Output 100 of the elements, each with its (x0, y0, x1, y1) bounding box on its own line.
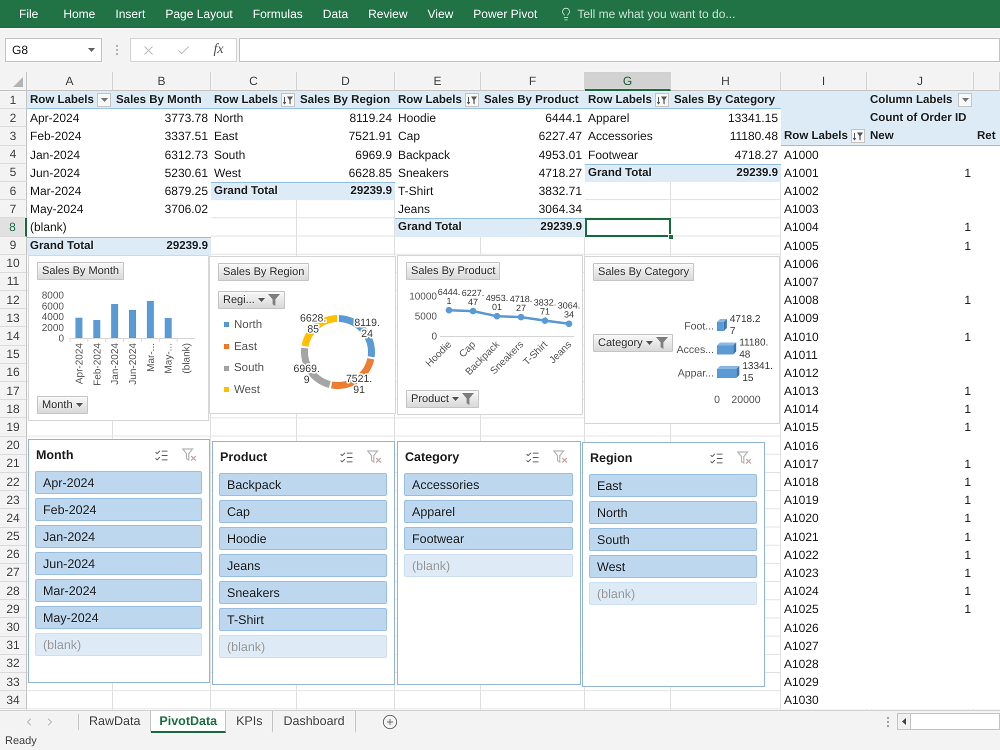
column-header[interactable]: G (585, 72, 671, 91)
row-header[interactable]: 9 (0, 236, 27, 255)
ribbon-tab[interactable]: Formulas (242, 0, 313, 28)
row-header[interactable]: 14 (0, 327, 27, 346)
row-header[interactable]: 23 (0, 491, 27, 510)
slicer-item[interactable]: Hoodie (219, 527, 387, 550)
ribbon-tab[interactable]: Power Pivot (463, 0, 548, 28)
row-header[interactable]: 21 (0, 454, 27, 473)
row-label: May-2024 (30, 202, 84, 216)
slicer-item[interactable]: May-2024 (35, 606, 202, 629)
row-header[interactable]: 13 (0, 309, 27, 328)
slicer-item[interactable]: South (589, 528, 757, 551)
multi-select-icon[interactable] (154, 448, 169, 462)
column-header[interactable]: B (113, 72, 211, 91)
row-header[interactable]: 29 (0, 600, 27, 618)
row-header[interactable]: 10 (0, 254, 27, 273)
slicer-item[interactable]: Jan-2024 (35, 525, 202, 548)
row-header[interactable]: 31 (0, 636, 27, 655)
slicer-item[interactable]: Jeans (219, 554, 387, 577)
column-header[interactable]: A (27, 72, 113, 91)
row-header[interactable]: 16 (0, 364, 27, 382)
row-header[interactable]: 27 (0, 564, 27, 582)
row-header[interactable]: 32 (0, 654, 27, 673)
filter-button[interactable] (851, 129, 865, 144)
row-header[interactable]: 25 (0, 528, 27, 546)
multi-select-icon[interactable] (709, 450, 724, 466)
field-button[interactable]: Regi... (218, 291, 285, 309)
ribbon-tab[interactable]: File (4, 0, 54, 28)
column-header[interactable]: F (481, 72, 585, 91)
field-button[interactable]: Category (593, 334, 673, 352)
slicer-item[interactable]: Jun-2024 (35, 552, 202, 575)
row-header[interactable]: 6 (0, 182, 27, 200)
row-header[interactable]: 33 (0, 673, 27, 692)
chart-title-button[interactable]: Sales By Product (406, 262, 500, 280)
filter-button[interactable] (655, 93, 669, 108)
row-header[interactable]: 12 (0, 291, 27, 310)
row-header[interactable]: 28 (0, 582, 27, 600)
slicer-item[interactable]: Apparel (404, 500, 573, 523)
chart-title-button[interactable]: Sales By Category (593, 263, 694, 281)
row-header[interactable]: 4 (0, 146, 27, 164)
sheet-tab[interactable]: PivotData (151, 710, 226, 733)
slicer-item[interactable]: North (589, 501, 757, 524)
row-header[interactable]: 34 (0, 691, 27, 710)
column-header[interactable]: H (671, 72, 781, 91)
slicer-item[interactable]: Apr-2024 (35, 471, 202, 494)
multi-select-icon[interactable] (525, 450, 540, 464)
slicer-item[interactable]: Footwear (404, 527, 573, 550)
formula-input[interactable] (239, 38, 1000, 62)
filter-button[interactable] (281, 93, 295, 108)
chart-title-button[interactable]: Sales By Month (37, 262, 124, 280)
row-header[interactable]: 5 (0, 164, 27, 182)
ribbon-tab[interactable]: Page Layout (155, 0, 243, 28)
add-icon[interactable] (382, 714, 398, 730)
slicer-item[interactable]: Sneakers (219, 581, 387, 604)
filter-button[interactable] (465, 93, 479, 108)
ribbon-tab[interactable]: Home (53, 0, 106, 28)
dropdown-button[interactable] (97, 93, 111, 108)
field-button[interactable]: Month (37, 396, 88, 414)
ribbon-tab[interactable]: View (418, 0, 464, 28)
column-header[interactable]: I (781, 72, 867, 91)
row-header[interactable]: 7 (0, 200, 27, 218)
row-header[interactable]: 17 (0, 382, 27, 400)
name-box[interactable]: G8 (5, 38, 102, 62)
slicer-item[interactable]: Backpack (219, 473, 387, 496)
column-header[interactable]: E (395, 72, 481, 91)
row-header[interactable]: 2 (0, 109, 27, 128)
ribbon-tab[interactable]: Data (312, 0, 358, 28)
slicer-item[interactable]: Mar-2024 (35, 579, 202, 602)
tell-me-field[interactable]: Tell me what you want to do... (577, 3, 788, 25)
column-header[interactable]: C (211, 72, 297, 91)
row-header[interactable]: 20 (0, 436, 27, 455)
row-header[interactable]: 18 (0, 400, 27, 418)
row-header[interactable]: 15 (0, 346, 27, 364)
slicer-item[interactable]: Accessories (404, 473, 573, 496)
slicer-item[interactable]: East (589, 474, 757, 497)
slicer-item[interactable]: Cap (219, 500, 387, 523)
row-header[interactable]: 11 (0, 272, 27, 292)
row-header[interactable]: 19 (0, 418, 27, 437)
left-triangle-icon[interactable] (902, 718, 906, 726)
ribbon-tab[interactable]: Insert (105, 0, 156, 28)
multi-select-icon[interactable] (339, 450, 354, 464)
ribbon-tab[interactable]: Review (358, 0, 418, 28)
row-header[interactable]: 3 (0, 127, 27, 146)
row-header[interactable]: 8 (0, 218, 27, 236)
horizontal-scrollbar[interactable] (897, 713, 1000, 730)
dropdown-button[interactable] (958, 93, 972, 108)
slicer-item[interactable]: Feb-2024 (35, 498, 202, 521)
row-header[interactable]: 30 (0, 618, 27, 637)
row-header[interactable]: 22 (0, 472, 27, 492)
caret-icon (646, 341, 653, 345)
slicer-item[interactable]: West (589, 555, 757, 578)
row-header[interactable]: 1 (0, 91, 27, 110)
fill-handle[interactable] (668, 234, 674, 240)
column-header[interactable]: J (867, 72, 974, 91)
slicer-item[interactable]: T-Shirt (219, 608, 387, 631)
row-header[interactable]: 24 (0, 509, 27, 528)
field-button[interactable]: Product (406, 390, 479, 408)
column-header[interactable]: D (297, 72, 395, 91)
chart-title-button[interactable]: Sales By Region (218, 263, 310, 281)
row-header[interactable]: 26 (0, 546, 27, 564)
